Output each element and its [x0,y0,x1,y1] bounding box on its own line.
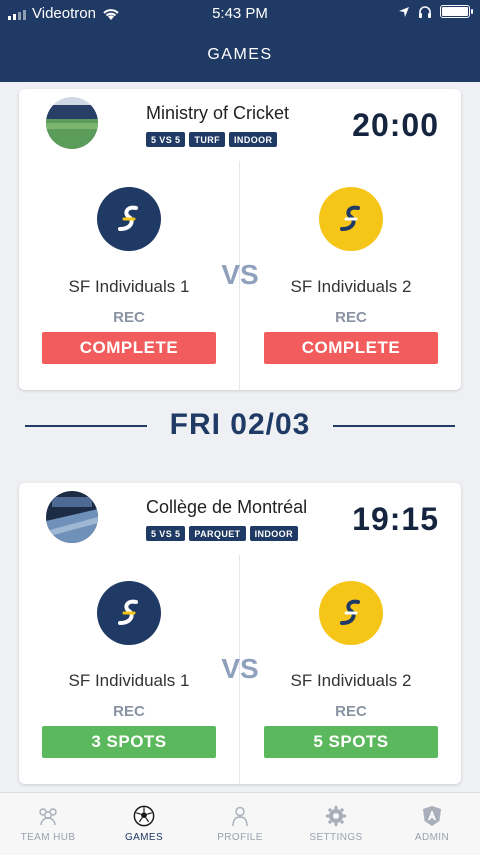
home-team[interactable]: SF Individuals 1 REC COMPLETE [19,187,239,364]
game-card[interactable]: Ministry of Cricket 5 VS 5 TURF INDOOR 2… [19,89,461,390]
tab-bar: TEAM HUB GAMES PROFILE SETTINGS ADMIN [0,792,480,855]
game-card[interactable]: Collège de Montréal 5 VS 5 PARQUET INDOO… [19,483,461,784]
venue-name: Ministry of Cricket [146,103,290,123]
headphones-icon [419,6,431,18]
page-title: GAMES [207,46,273,63]
tab-label: TEAM HUB [20,832,76,843]
tag: 5 VS 5 [146,132,186,147]
team-level: REC [335,703,367,720]
status-button[interactable]: COMPLETE [264,332,438,364]
game-tags: 5 VS 5 TURF INDOOR [146,132,278,147]
tag: 5 VS 5 [146,526,186,541]
tag: INDOOR [249,526,298,541]
game-tags: 5 VS 5 PARQUET INDOOR [146,526,298,541]
game-time: 19:15 [352,501,439,537]
away-team[interactable]: SF Individuals 2 REC 5 SPOTS [241,581,461,758]
sf-logo-icon [319,187,383,251]
nav-bar: GAMES [0,28,480,82]
tab-settings[interactable]: SETTINGS [288,793,384,855]
team-name: SF Individuals 1 [68,277,190,296]
team-name: SF Individuals 1 [68,671,190,690]
venue-image [46,97,98,149]
tag: PARQUET [189,526,246,541]
tag: INDOOR [229,132,278,147]
away-team[interactable]: SF Individuals 2 REC COMPLETE [241,187,461,364]
team-level: REC [113,703,145,720]
tag: TURF [189,132,226,147]
tab-label: SETTINGS [309,832,363,843]
soccer-ball-icon [133,805,155,827]
sf-logo-icon [97,187,161,251]
admin-shield-icon [423,806,441,826]
status-button[interactable]: 3 SPOTS [42,726,216,758]
separator-line [333,425,455,427]
team-name: SF Individuals 2 [290,277,412,296]
status-button[interactable]: COMPLETE [42,332,216,364]
profile-icon [232,806,248,827]
team-name: SF Individuals 2 [290,671,412,690]
home-team[interactable]: SF Individuals 1 REC 3 SPOTS [19,581,239,758]
tab-label: ADMIN [414,832,450,843]
date-separator: FRI 02/03 [0,404,480,448]
status-bar: Videotron 5:43 PM [0,0,480,28]
game-time: 20:00 [352,107,439,143]
tab-label: PROFILE [217,832,263,843]
venue-name: Collège de Montréal [146,497,308,517]
tab-label: GAMES [124,832,164,843]
gear-icon [326,806,346,826]
venue-image [46,491,98,543]
tab-games[interactable]: GAMES [96,793,192,855]
status-button[interactable]: 5 SPOTS [264,726,438,758]
sf-logo-icon [319,581,383,645]
tab-team-hub[interactable]: TEAM HUB [0,793,96,855]
battery-icon [440,5,473,18]
tab-profile[interactable]: PROFILE [192,793,288,855]
team-level: REC [335,309,367,326]
team-level: REC [113,309,145,326]
location-icon [399,6,409,17]
tab-admin[interactable]: ADMIN [384,793,480,855]
team-hub-icon [39,808,57,826]
sf-logo-icon [97,581,161,645]
